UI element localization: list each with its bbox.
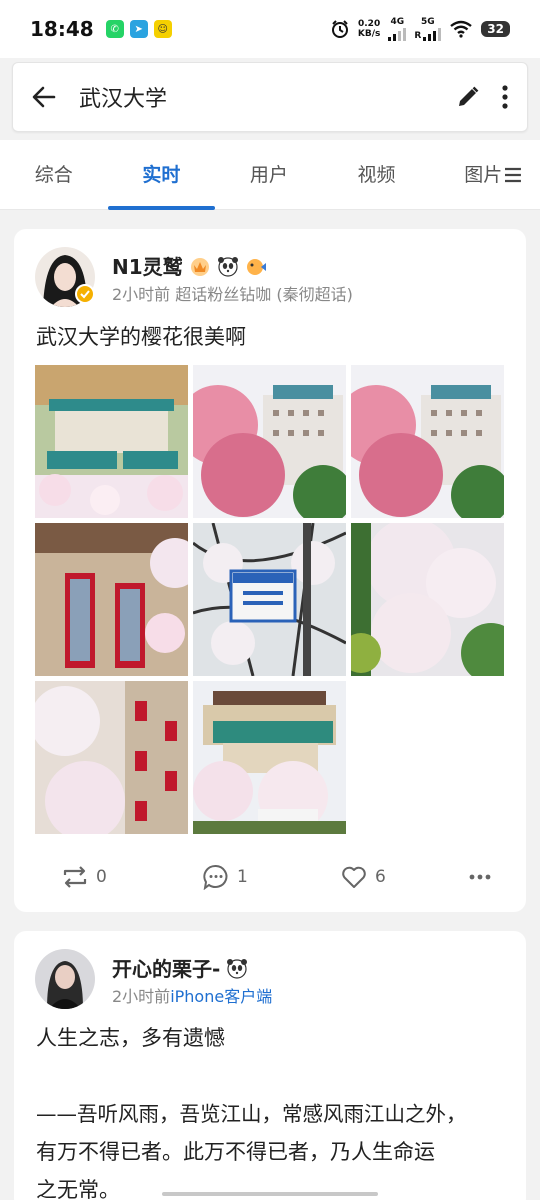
post-source[interactable]: iPhone客户端	[170, 987, 272, 1006]
more-options-button[interactable]	[469, 874, 491, 880]
search-bar: 武汉大学	[12, 62, 528, 132]
more-vertical-icon[interactable]	[501, 84, 509, 110]
signal-bars-icon	[388, 27, 407, 41]
username-text[interactable]: 开心的栗子-	[112, 953, 220, 982]
status-right-icons: 0.20 KB/s 4G 5G R 32	[330, 16, 510, 41]
post-source[interactable]: 超话粉丝钻咖 (秦彻超话)	[175, 285, 353, 304]
comment-button[interactable]: 1	[203, 864, 248, 890]
panda-icon	[217, 256, 238, 277]
avatar[interactable]	[35, 949, 95, 1009]
post-text[interactable]: 武汉大学的樱花很美啊	[36, 321, 246, 351]
post-text-line: 有万不得已者。此万不得已者，乃人生命运	[36, 1140, 435, 1164]
more-horizontal-icon	[469, 874, 491, 880]
comment-count: 1	[237, 867, 248, 887]
home-indicator[interactable]	[162, 1192, 378, 1196]
photo-thumbnail[interactable]	[193, 523, 346, 676]
wifi-icon	[450, 20, 473, 38]
signal-bars-icon	[423, 27, 442, 41]
panda-icon	[227, 958, 248, 979]
like-button[interactable]: 6	[341, 865, 386, 889]
net-speed-unit: KB/s	[357, 29, 381, 39]
repost-icon	[63, 866, 87, 888]
crown-badge-icon	[190, 257, 209, 276]
search-query-text[interactable]: 武汉大学	[79, 81, 167, 113]
battery-indicator: 32	[481, 21, 510, 37]
tab-comprehensive[interactable]: 综合	[0, 140, 108, 210]
tab-videos[interactable]: 视频	[323, 140, 431, 210]
fish-badge-icon	[246, 258, 266, 275]
repost-count: 0	[96, 867, 107, 887]
post-time: 2小时前	[112, 285, 171, 304]
tab-realtime[interactable]: 实时	[107, 140, 216, 210]
whatsapp-icon: ✆	[105, 20, 124, 38]
post-card[interactable]: 开心的栗子- 2小时前iPhone客户端 人生之志，多有遗憾 ——吾听风雨，吾览…	[14, 931, 526, 1200]
repost-button[interactable]: 0	[62, 865, 107, 889]
signal-sim1: 4G	[388, 16, 407, 41]
post-author[interactable]: N1灵鹫	[112, 251, 267, 280]
post-author[interactable]: 开心的栗子-	[112, 953, 248, 982]
post-meta: 2小时前iPhone客户端	[112, 983, 272, 1007]
back-arrow-icon[interactable]	[31, 84, 57, 110]
tab-menu-icon[interactable]	[504, 166, 522, 184]
sim1-label: 4G	[390, 16, 405, 27]
post-text[interactable]: 人生之志，多有遗憾 ——吾听风雨，吾览江山，常感风雨江山之外， 有万不得已者。此…	[36, 1019, 506, 1200]
post-text-line	[36, 1057, 506, 1095]
heart-icon	[342, 866, 366, 888]
image-grid	[35, 365, 505, 835]
post-text-line: ——吾听风雨，吾览江山，常感风雨江山之外，	[36, 1102, 467, 1126]
post-actions: 0 1 6	[14, 859, 526, 895]
edit-pencil-icon[interactable]	[455, 84, 481, 110]
search-tabs: 综合 实时 用户 视频 图片	[0, 140, 540, 210]
tab-users[interactable]: 用户	[215, 140, 323, 210]
notification-app-icon: ☺	[153, 20, 172, 38]
net-speed: 0.20 KB/s	[358, 19, 380, 39]
comment-icon	[203, 865, 228, 890]
like-count: 6	[375, 867, 386, 887]
photo-thumbnail[interactable]	[193, 365, 346, 518]
photo-thumbnail[interactable]	[351, 523, 504, 676]
telegram-icon: ➤	[129, 20, 148, 38]
verified-badge-icon	[75, 284, 95, 304]
tab-images[interactable]: 图片	[464, 140, 504, 210]
post-time: 2小时前	[112, 987, 171, 1006]
signal-sim2: 5G R	[414, 16, 442, 41]
photo-thumbnail[interactable]	[351, 365, 504, 518]
photo-thumbnail[interactable]	[35, 681, 188, 834]
status-time: 18:48	[30, 17, 94, 41]
post-meta: 2小时前 超话粉丝钻咖 (秦彻超话)	[112, 281, 353, 305]
photo-thumbnail[interactable]	[35, 365, 188, 518]
status-bar: 18:48 ✆ ➤ ☺ 0.20 KB/s 4G 5G R 32	[0, 0, 540, 58]
photo-thumbnail[interactable]	[35, 523, 188, 676]
alarm-icon	[331, 20, 348, 38]
roaming-label: R	[414, 30, 422, 41]
post-card[interactable]: N1灵鹫 2小时前 超话粉丝钻咖 (秦彻超话) 武汉大学的樱花很美啊 0 1 6	[14, 229, 526, 912]
photo-thumbnail[interactable]	[193, 681, 346, 834]
status-app-icons: ✆ ➤ ☺	[105, 20, 172, 38]
sim2-label: 5G	[421, 16, 435, 27]
post-text-line: 人生之志，多有遗憾	[36, 1026, 225, 1050]
username-text[interactable]: N1灵鹫	[112, 251, 183, 280]
net-speed-value: 0.20	[358, 19, 381, 29]
